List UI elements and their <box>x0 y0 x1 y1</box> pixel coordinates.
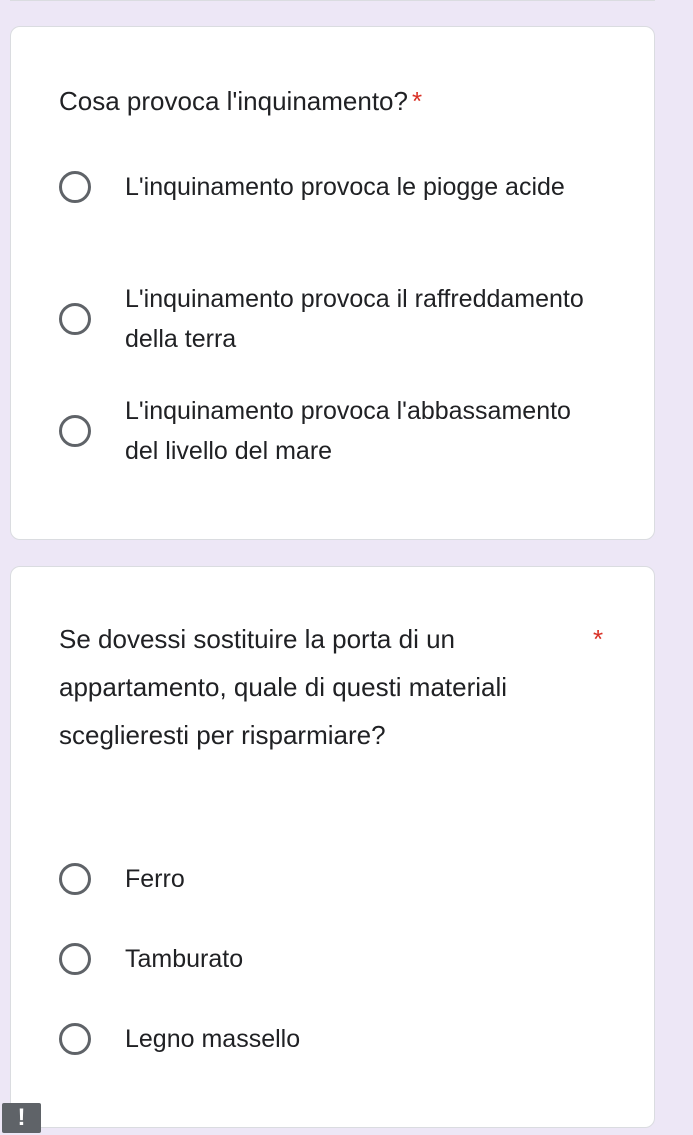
radio-option-sea-level-drop[interactable]: L'inquinamento provoca l'abbassamento de… <box>59 391 595 471</box>
required-asterisk: * <box>593 624 604 654</box>
top-divider <box>10 0 655 1</box>
option-label: L'inquinamento provoca il raffreddamento… <box>125 285 584 353</box>
radio-button[interactable] <box>59 415 91 447</box>
radio-button[interactable] <box>59 1023 91 1055</box>
question-text: Cosa provoca l'inquinamento? <box>59 86 408 116</box>
option-label: Legno massello <box>125 1025 301 1053</box>
radio-option-tamburato[interactable]: Tamburato <box>59 939 595 979</box>
radio-option-acid-rain[interactable]: L'inquinamento provoca le piogge acide <box>59 167 595 207</box>
radio-button[interactable] <box>59 943 91 975</box>
radio-option-earth-cooling[interactable]: L'inquinamento provoca il raffreddamento… <box>59 279 595 359</box>
option-label: Tamburato <box>125 945 244 973</box>
question-title: Se dovessi sostituire la porta di un app… <box>59 615 603 759</box>
option-label: Ferro <box>125 865 185 893</box>
radio-option-legno-massello[interactable]: Legno massello <box>59 1019 595 1059</box>
question-text: Se dovessi sostituire la porta di un app… <box>59 624 508 750</box>
question-card-pollution: Cosa provoca l'inquinamento? * L'inquinam… <box>10 26 655 540</box>
required-asterisk: * <box>411 86 423 116</box>
question-card-door-material: Se dovessi sostituire la porta di un app… <box>10 566 655 1128</box>
radio-button[interactable] <box>59 863 91 895</box>
alert-badge-icon[interactable]: ! <box>2 1103 41 1133</box>
question-title: Cosa provoca l'inquinamento? * <box>59 77 422 125</box>
option-label: L'inquinamento provoca le piogge acide <box>125 173 565 201</box>
option-label: L'inquinamento provoca l'abbassamento de… <box>125 397 571 465</box>
radio-option-ferro[interactable]: Ferro <box>59 859 595 899</box>
radio-button[interactable] <box>59 303 91 335</box>
radio-button[interactable] <box>59 171 91 203</box>
